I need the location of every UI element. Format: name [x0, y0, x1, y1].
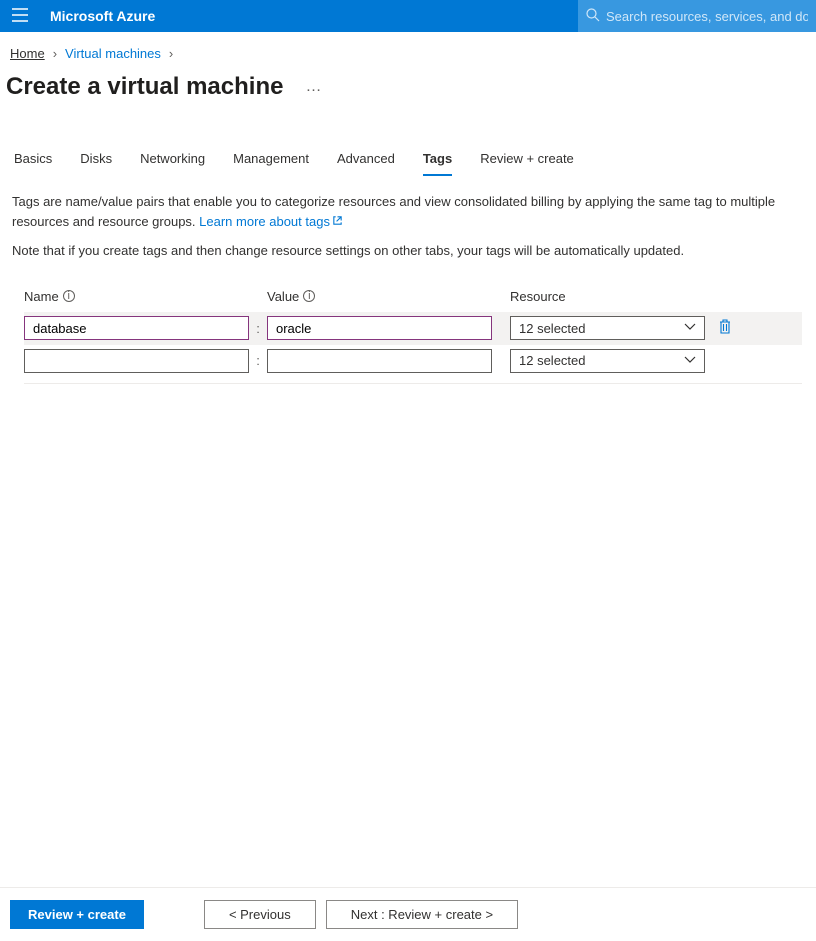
- hamburger-icon[interactable]: [8, 4, 32, 29]
- chevron-right-icon: ›: [53, 46, 57, 61]
- page-title-row: Create a virtual machine …: [0, 69, 816, 111]
- tab-management[interactable]: Management: [233, 151, 309, 176]
- table-row: : 12 selected: [24, 345, 802, 377]
- table-row: : 12 selected: [24, 312, 802, 345]
- top-bar: Microsoft Azure: [0, 0, 816, 32]
- previous-button[interactable]: < Previous: [204, 900, 316, 929]
- search-container[interactable]: [578, 0, 816, 32]
- chevron-down-icon: [684, 322, 696, 334]
- tag-value-input[interactable]: [267, 316, 492, 340]
- footer: Review + create < Previous Next : Review…: [0, 887, 816, 941]
- breadcrumb-home[interactable]: Home: [10, 46, 45, 61]
- description-text-2: Note that if you create tags and then ch…: [12, 241, 802, 261]
- info-icon[interactable]: i: [303, 290, 315, 302]
- learn-more-link[interactable]: Learn more about tags: [199, 214, 343, 229]
- colon-separator: :: [249, 321, 267, 336]
- chevron-right-icon: ›: [169, 46, 173, 61]
- tab-advanced[interactable]: Advanced: [337, 151, 395, 176]
- table-headers: Name i Value i Resource: [0, 271, 816, 312]
- tabs: Basics Disks Networking Management Advan…: [0, 111, 816, 176]
- page-title: Create a virtual machine: [6, 73, 283, 101]
- review-create-button[interactable]: Review + create: [10, 900, 144, 929]
- resource-select[interactable]: 12 selected: [510, 316, 705, 340]
- description: Tags are name/value pairs that enable yo…: [0, 176, 816, 261]
- brand-name[interactable]: Microsoft Azure: [50, 8, 155, 24]
- resource-select-value: 12 selected: [519, 321, 586, 336]
- column-name-label: Name: [24, 289, 59, 304]
- chevron-down-icon: [684, 355, 696, 367]
- search-input[interactable]: [606, 9, 808, 24]
- tab-basics[interactable]: Basics: [14, 151, 52, 176]
- colon-separator: :: [249, 353, 267, 368]
- tab-review-create[interactable]: Review + create: [480, 151, 574, 176]
- table-bottom-divider: [24, 383, 802, 384]
- tab-tags[interactable]: Tags: [423, 151, 452, 176]
- next-button[interactable]: Next : Review + create >: [326, 900, 518, 929]
- tag-name-input[interactable]: [24, 316, 249, 340]
- search-icon: [586, 8, 600, 25]
- more-icon[interactable]: …: [305, 78, 322, 96]
- info-icon[interactable]: i: [63, 290, 75, 302]
- tag-value-input[interactable]: [267, 349, 492, 373]
- tag-name-input[interactable]: [24, 349, 249, 373]
- resource-select-value: 12 selected: [519, 353, 586, 368]
- resource-select[interactable]: 12 selected: [510, 349, 705, 373]
- delete-icon[interactable]: [715, 316, 735, 341]
- tab-networking[interactable]: Networking: [140, 151, 205, 176]
- breadcrumb-virtual-machines[interactable]: Virtual machines: [65, 46, 161, 61]
- description-text-1: Tags are name/value pairs that enable yo…: [12, 194, 775, 229]
- column-value-label: Value: [267, 289, 299, 304]
- tab-disks[interactable]: Disks: [80, 151, 112, 176]
- breadcrumb: Home › Virtual machines ›: [0, 32, 816, 69]
- column-resource-label: Resource: [510, 289, 566, 304]
- external-link-icon: [332, 212, 343, 232]
- tag-rows: : 12 selected : 12 selected: [0, 312, 816, 377]
